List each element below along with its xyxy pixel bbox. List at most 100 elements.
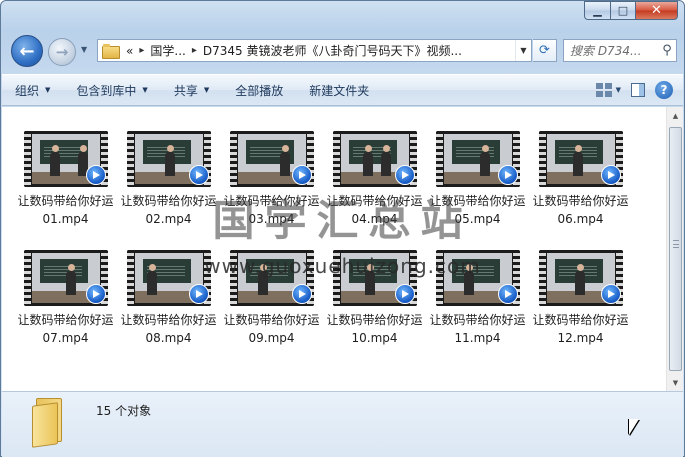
file-name: 让数码带给你好运07.mp4 (17, 313, 114, 345)
file-item[interactable]: 让数码带给你好运08.mp4 (117, 250, 220, 347)
breadcrumb-item-current[interactable]: D7345 黄镜波老师《八卦奇门号码天下》视频... (203, 42, 462, 59)
video-thumbnail (23, 250, 108, 306)
video-thumbnail (538, 131, 623, 187)
file-name: 让数码带给你好运12.mp4 (532, 313, 629, 345)
details-pane: 15 个对象 (2, 391, 683, 457)
file-grid: 让数码带给你好运01.mp4 让数码带给你好运02.mp4 让数码带给你好运03.m… (14, 131, 634, 347)
folder-icon (32, 398, 66, 448)
file-list-pane[interactable]: 让数码带给你好运01.mp4 让数码带给你好运02.mp4 让数码带给你好运03.m… (2, 107, 683, 391)
share-menu[interactable]: 共享 ▼ (161, 75, 222, 105)
object-count: 15 个对象 (96, 404, 152, 418)
video-thumbnail (126, 131, 211, 187)
windows-media-player-icon (600, 284, 621, 304)
address-bar[interactable]: « ▸ 国学... ▸ D7345 黄镜波老师《八卦奇门号码天下》视频... ▼ (97, 39, 532, 62)
search-box[interactable]: 搜索 D734... ⚲ (563, 39, 677, 62)
search-input[interactable]: 搜索 D734... (570, 42, 658, 59)
chevron-down-icon: ▼ (45, 86, 51, 94)
video-thumbnail (332, 131, 417, 187)
video-thumbnail (229, 131, 314, 187)
arrow-left-icon: ← (19, 40, 35, 62)
view-tiles-icon (595, 83, 612, 97)
file-item[interactable]: 让数码带给你好运05.mp4 (426, 131, 529, 228)
recent-pages-button[interactable]: ▼ (81, 45, 93, 57)
windows-media-player-icon (497, 165, 518, 185)
file-item[interactable]: 让数码带给你好运02.mp4 (117, 131, 220, 228)
video-thumbnail (126, 250, 211, 306)
organize-label: 组织 (15, 83, 40, 98)
windows-media-player-icon (291, 284, 312, 304)
search-icon[interactable]: ⚲ (658, 43, 676, 58)
windows-media-player-icon (394, 284, 415, 304)
file-item[interactable]: 让数码带给你好运10.mp4 (323, 250, 426, 347)
windows-media-player-icon (188, 284, 209, 304)
forward-button[interactable]: → (48, 38, 76, 66)
include-in-library-menu[interactable]: 包含到库中 ▼ (63, 75, 160, 105)
file-name: 让数码带给你好运02.mp4 (120, 194, 217, 226)
chevron-down-icon: ▼ (615, 86, 621, 94)
file-name: 让数码带给你好运04.mp4 (326, 194, 423, 226)
breadcrumb-item[interactable]: 国学... (150, 42, 185, 59)
back-button[interactable]: ← (11, 35, 43, 67)
windows-media-player-icon (188, 165, 209, 185)
explorer-window: ▁ □ ✕ ← → ▼ « ▸ 国学... ▸ D7345 黄镜波老师《八卦奇门… (0, 0, 685, 457)
address-dropdown-icon[interactable]: ▼ (515, 40, 531, 61)
windows-media-player-icon (394, 165, 415, 185)
minimize-button[interactable]: ▁ (584, 1, 610, 20)
vertical-scrollbar[interactable]: ▲ ▼ (666, 107, 683, 391)
file-item[interactable]: 让数码带给你好运11.mp4 (426, 250, 529, 347)
file-name: 让数码带给你好运09.mp4 (223, 313, 320, 345)
windows-media-player-icon (85, 284, 106, 304)
command-bar: 组织 ▼ 包含到库中 ▼ 共享 ▼ 全部播放 新建文件夹 ▼ ? (2, 74, 683, 106)
play-all-button[interactable]: 全部播放 (222, 75, 296, 105)
file-item[interactable]: 让数码带给你好运04.mp4 (323, 131, 426, 228)
file-item[interactable]: 让数码带给你好运07.mp4 (14, 250, 117, 347)
scroll-down-icon[interactable]: ▼ (668, 374, 683, 391)
breadcrumb-separator-icon[interactable]: ▸ (139, 45, 144, 56)
file-item[interactable]: 让数码带给你好运06.mp4 (529, 131, 632, 228)
windows-media-player-icon (497, 284, 518, 304)
video-thumbnail (23, 131, 108, 187)
video-thumbnail (229, 250, 314, 306)
caption-buttons: ▁ □ ✕ (584, 1, 678, 20)
scrollbar-thumb[interactable] (669, 127, 682, 371)
help-button[interactable]: ? (655, 79, 673, 101)
file-name: 让数码带给你好运06.mp4 (532, 194, 629, 226)
include-in-library-label: 包含到库中 (76, 83, 137, 98)
refresh-icon: ⟳ (539, 43, 550, 58)
video-thumbnail (332, 250, 417, 306)
close-button[interactable]: ✕ (635, 1, 678, 20)
preview-pane-icon (631, 83, 645, 97)
video-thumbnail (435, 131, 520, 187)
file-item[interactable]: 让数码带给你好运01.mp4 (14, 131, 117, 228)
file-name: 让数码带给你好运05.mp4 (429, 194, 526, 226)
windows-media-player-icon (85, 165, 106, 185)
preview-pane-button[interactable] (631, 79, 645, 101)
refresh-button[interactable]: ⟳ (533, 39, 557, 62)
scroll-up-icon[interactable]: ▲ (668, 107, 683, 124)
breadcrumb-overflow[interactable]: « (126, 44, 133, 58)
file-item[interactable]: 让数码带给你好运12.mp4 (529, 250, 632, 347)
grip-icon (673, 240, 679, 248)
video-thumbnail (435, 250, 520, 306)
breadcrumb-separator-icon[interactable]: ▸ (192, 45, 197, 56)
file-item[interactable]: 让数码带给你好运09.mp4 (220, 250, 323, 347)
organize-menu[interactable]: 组织 ▼ (2, 75, 63, 105)
change-view-button[interactable]: ▼ (595, 79, 621, 101)
video-thumbnail (538, 250, 623, 306)
arrow-right-icon: → (55, 43, 69, 61)
mouse-cursor-icon (629, 419, 639, 435)
file-item[interactable]: 让数码带给你好运03.mp4 (220, 131, 323, 228)
new-folder-button[interactable]: 新建文件夹 (296, 75, 382, 105)
file-name: 让数码带给你好运01.mp4 (17, 194, 114, 226)
windows-media-player-icon (600, 165, 621, 185)
chevron-down-icon: ▼ (81, 45, 88, 54)
file-name: 让数码带给你好运03.mp4 (223, 194, 320, 226)
chevron-down-icon: ▼ (203, 86, 210, 94)
file-name: 让数码带给你好运08.mp4 (120, 313, 217, 345)
maximize-button[interactable]: □ (610, 1, 635, 20)
share-label: 共享 (173, 83, 198, 98)
folder-icon (102, 43, 120, 59)
help-icon: ? (655, 81, 673, 99)
windows-media-player-icon (291, 165, 312, 185)
file-name: 让数码带给你好运10.mp4 (326, 313, 423, 345)
